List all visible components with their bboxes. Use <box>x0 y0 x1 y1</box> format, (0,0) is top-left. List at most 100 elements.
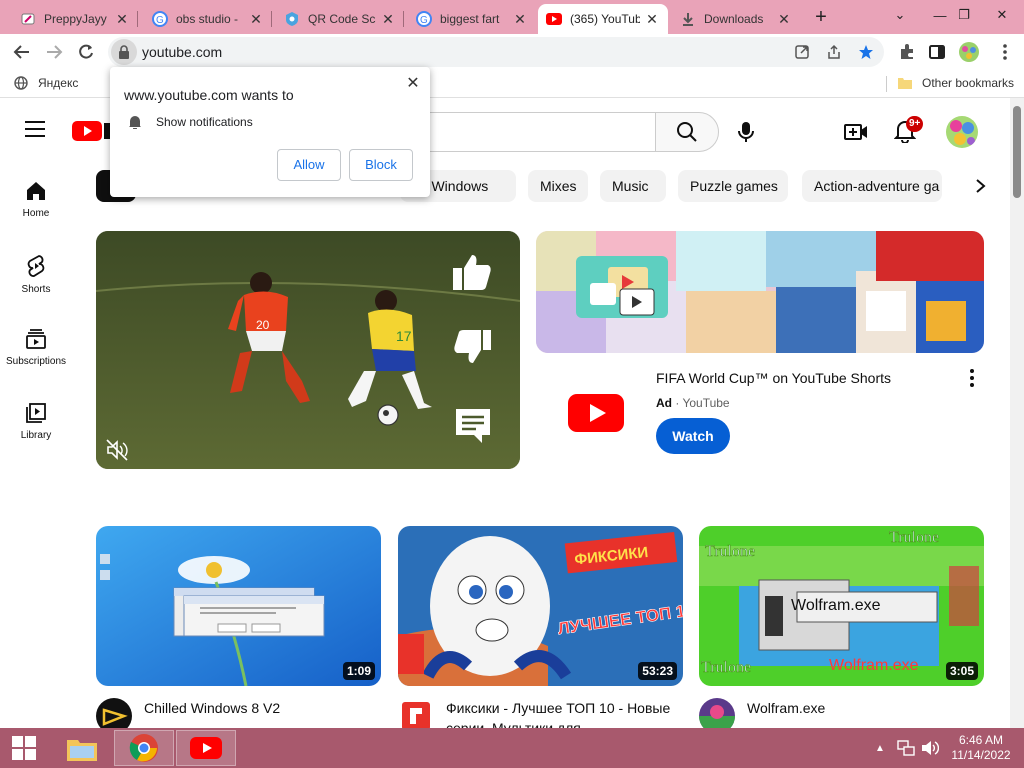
channel-avatar[interactable] <box>398 698 434 728</box>
side-panel-icon[interactable] <box>926 41 948 63</box>
clock-date: 11/14/2022 <box>951 748 1011 762</box>
taskbar-youtube[interactable] <box>176 730 236 766</box>
subscriptions-icon <box>26 329 46 349</box>
tab-label: PreppyJayy <box>44 12 107 26</box>
youtube-logo-icon <box>72 121 112 141</box>
chip-puzzle-games[interactable]: Puzzle games <box>678 170 788 202</box>
close-window-button[interactable]: ✕ <box>982 0 1022 30</box>
ad-sponsor[interactable]: YouTube <box>682 396 729 410</box>
video-thumbnail-fixiki[interactable]: ФИКСИКИ ЛУЧШЕЕ ТОП 10 53:23 <box>398 526 683 686</box>
bookmark-star-icon[interactable] <box>856 42 876 62</box>
lock-icon[interactable] <box>111 39 137 65</box>
new-tab-button[interactable]: + <box>808 4 834 30</box>
channel-logo-icon <box>699 698 735 728</box>
comments-icon[interactable] <box>454 407 492 445</box>
rail-item-library[interactable]: Library <box>0 402 72 441</box>
back-button[interactable] <box>8 38 36 66</box>
tab-obs-studio[interactable]: G obs studio - ✕ <box>144 4 272 34</box>
scrollbar-thumb[interactable] <box>1013 106 1021 198</box>
tab-biggest-fart[interactable]: G biggest fart ✕ <box>408 4 536 34</box>
chip-music[interactable]: Music <box>600 170 666 202</box>
close-icon[interactable]: ✕ <box>644 11 660 28</box>
windows-taskbar: ▲ 6:46 AM 11/14/2022 <box>0 728 1024 768</box>
home-icon <box>27 182 45 200</box>
open-in-app-icon[interactable] <box>792 42 812 62</box>
bookmark-label: Other bookmarks <box>922 76 1015 90</box>
bookmark-other[interactable]: Other bookmarks <box>898 76 1014 90</box>
extensions-puzzle-icon[interactable] <box>896 41 918 63</box>
close-icon[interactable]: ✕ <box>114 11 130 28</box>
rail-item-subscriptions[interactable]: Subscriptions <box>0 328 72 367</box>
dislike-thumbs-down-icon[interactable] <box>454 329 492 365</box>
kebab-menu-icon <box>970 369 974 387</box>
tab-youtube[interactable]: (365) YouTub ✕ <box>538 4 668 34</box>
tab-downloads[interactable]: Downloads ✕ <box>672 4 800 34</box>
like-thumbs-up-icon[interactable] <box>452 253 492 291</box>
ad-label: Ad <box>656 396 672 410</box>
show-hidden-icons-icon[interactable]: ▲ <box>870 730 890 766</box>
ad-banner-image[interactable] <box>536 231 984 353</box>
rail-item-shorts[interactable]: Shorts <box>0 254 72 295</box>
reload-button[interactable] <box>72 38 100 66</box>
video-title[interactable]: Chilled Windows 8 V2 <box>144 698 374 718</box>
ad-title[interactable]: FIFA World Cup™ on YouTube Shorts <box>656 370 891 386</box>
muted-speaker-icon[interactable] <box>106 439 128 461</box>
account-avatar[interactable] <box>946 116 978 148</box>
create-video-button[interactable] <box>842 118 870 146</box>
chip-mixes[interactable]: Mixes <box>528 170 588 202</box>
ad-more-options-button[interactable] <box>960 366 984 390</box>
channel-logo-icon <box>96 698 132 728</box>
search-input[interactable] <box>400 112 656 152</box>
channel-avatar[interactable] <box>96 698 132 728</box>
restore-button[interactable]: ❐ <box>944 0 984 30</box>
tab-label: Downloads <box>704 12 764 26</box>
start-button[interactable] <box>0 730 48 766</box>
svg-text:G: G <box>420 15 428 26</box>
youtube-logo[interactable] <box>72 120 112 142</box>
network-icon[interactable] <box>894 730 918 766</box>
glitch-desktop-image: Wolfram.exe Trulone Trulone Trulone Wolf… <box>699 526 984 686</box>
profile-avatar-icon[interactable] <box>958 41 980 63</box>
kebab-menu-icon[interactable] <box>994 41 1016 63</box>
rail-item-home[interactable]: Home <box>0 180 72 219</box>
tab-preppyjayy[interactable]: PreppyJayy ✕ <box>12 4 138 34</box>
close-icon[interactable]: ✕ <box>512 11 528 28</box>
block-button[interactable]: Block <box>349 149 413 181</box>
globe-icon <box>14 76 28 90</box>
bookmark-yandex[interactable]: Яндекс <box>14 76 78 90</box>
rail-label: Subscriptions <box>5 356 67 367</box>
taskbar-file-explorer[interactable] <box>52 730 112 766</box>
system-clock[interactable]: 6:46 AM 11/14/2022 <box>948 733 1014 763</box>
share-icon[interactable] <box>824 42 844 62</box>
taskbar-chrome[interactable] <box>114 730 174 766</box>
voice-search-button[interactable] <box>726 112 766 152</box>
search-button[interactable] <box>655 112 719 152</box>
url-text[interactable]: youtube.com <box>142 44 222 60</box>
guide-menu-button[interactable] <box>24 120 48 140</box>
youtube-ad-logo[interactable] <box>568 394 624 432</box>
video-thumbnail-wolfram[interactable]: Wolfram.exe Trulone Trulone Trulone Wolf… <box>699 526 984 686</box>
featured-video-player[interactable]: 20 17 <box>96 231 520 469</box>
forward-button[interactable] <box>40 38 68 66</box>
video-title[interactable]: Wolfram.exe <box>747 698 977 718</box>
page-scrollbar[interactable] <box>1010 98 1024 728</box>
folder-icon <box>898 78 912 89</box>
allow-button[interactable]: Allow <box>277 149 341 181</box>
chip-action-adventure[interactable]: Action-adventure ga <box>802 170 942 202</box>
tab-search-chevron-icon[interactable]: ⌄ <box>880 0 920 30</box>
video-title[interactable]: Фиксики - Лучшее ТОП 10 - Новые серии. М… <box>446 698 676 728</box>
video-thumbnail-windows8[interactable]: 1:09 <box>96 526 381 686</box>
rail-label: Home <box>22 208 50 219</box>
ad-watch-button[interactable]: Watch <box>656 418 730 454</box>
microphone-icon <box>738 122 754 142</box>
close-icon[interactable]: ✕ <box>380 11 396 28</box>
address-bar[interactable]: youtube.com <box>108 37 884 67</box>
popup-close-button[interactable]: ✕ <box>404 75 422 93</box>
volume-icon[interactable] <box>918 730 942 766</box>
channel-avatar[interactable] <box>699 698 735 728</box>
close-icon[interactable]: ✕ <box>248 11 264 28</box>
permission-request: Show notifications <box>128 115 253 129</box>
chips-next-button[interactable] <box>966 172 994 200</box>
close-icon[interactable]: ✕ <box>776 11 792 28</box>
tab-qr-code[interactable]: QR Code Sca ✕ <box>276 4 404 34</box>
